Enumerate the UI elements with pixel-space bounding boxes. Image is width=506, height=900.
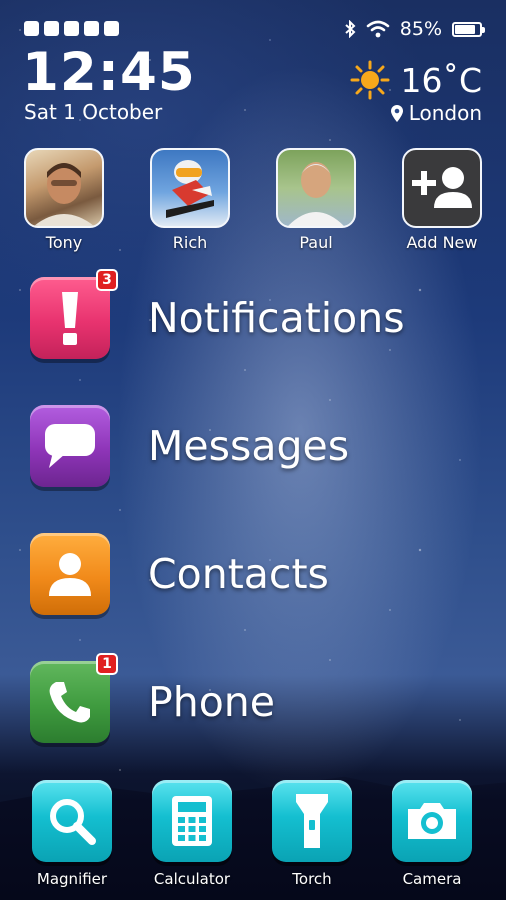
dock-icon-calculator — [152, 780, 232, 862]
app-notifications[interactable]: 3 Notifications — [30, 269, 405, 360]
notification-badge: 1 — [96, 653, 118, 675]
dock-label: Magnifier — [36, 870, 108, 888]
contact-photo — [150, 148, 230, 228]
exclamation-icon — [62, 292, 78, 345]
favorite-label: Rich — [172, 233, 208, 252]
status-bar: 85% — [24, 16, 485, 44]
notification-badge: 3 — [96, 269, 118, 291]
dock-torch[interactable]: Torch — [264, 780, 360, 888]
phone-icon — [49, 682, 90, 723]
contact-photo — [24, 148, 104, 228]
camera-icon — [408, 803, 456, 839]
favorite-label: Add New — [406, 233, 478, 252]
weather-location: London — [390, 101, 482, 125]
app-icon-contacts — [30, 533, 110, 615]
favorite-contact-rich[interactable]: Rich — [148, 148, 232, 252]
app-label-contacts: Contacts — [148, 550, 329, 598]
weather-temperature: 16˚C — [400, 60, 482, 100]
dock: Magnifier Calculator Torch Camera — [0, 780, 506, 890]
magnifier-icon — [50, 799, 96, 845]
dock-icon-magnifier — [32, 780, 112, 862]
battery-icon — [452, 21, 485, 37]
app-label-messages: Messages — [148, 422, 350, 470]
dock-icon-camera — [392, 780, 472, 862]
person-icon — [49, 553, 91, 596]
status-indicators: 85% — [344, 18, 485, 40]
app-messages[interactable]: Messages — [30, 404, 349, 488]
dock-magnifier[interactable]: Magnifier — [24, 780, 120, 888]
favorite-label: Tony — [45, 233, 83, 252]
app-icon-notifications: 3 — [30, 269, 118, 359]
add-contact-icon — [402, 148, 482, 228]
contact-photo — [276, 148, 356, 228]
app-label-notifications: Notifications — [148, 294, 405, 342]
bluetooth-icon — [345, 20, 356, 38]
battery-percent: 85% — [399, 18, 442, 40]
app-contacts[interactable]: Contacts — [30, 532, 329, 616]
dock-icon-torch — [272, 780, 352, 862]
dock-camera[interactable]: Camera — [384, 780, 480, 888]
torch-icon — [296, 794, 328, 848]
battery-fill — [455, 24, 476, 34]
dock-label: Calculator — [153, 870, 231, 888]
app-icon-phone: 1 — [30, 653, 118, 743]
dock-calculator[interactable]: Calculator — [144, 780, 240, 888]
sun-icon — [350, 60, 390, 100]
dock-label: Torch — [292, 870, 332, 888]
signal-strength-icon — [24, 21, 119, 36]
app-icon-messages — [30, 405, 110, 487]
favorite-contacts: Tony Rich Paul Add New — [22, 148, 484, 258]
favorite-contact-paul[interactable]: Paul — [274, 148, 358, 252]
app-phone[interactable]: 1 Phone — [30, 653, 276, 744]
calculator-icon — [172, 796, 212, 846]
favorite-contact-tony[interactable]: Tony — [22, 148, 106, 252]
app-label-phone: Phone — [148, 678, 276, 726]
add-new-contact-button[interactable]: Add New — [400, 148, 484, 252]
clock-time: 12:45 — [22, 42, 196, 103]
location-pin-icon — [390, 104, 403, 122]
location-label: London — [408, 101, 482, 125]
speech-bubble-icon — [45, 424, 95, 468]
dock-label: Camera — [402, 870, 462, 888]
favorite-label: Paul — [299, 233, 333, 252]
wifi-icon — [366, 20, 390, 38]
clock-date: Sat 1 October — [24, 100, 163, 124]
weather-widget[interactable]: 16˚C — [350, 60, 482, 100]
